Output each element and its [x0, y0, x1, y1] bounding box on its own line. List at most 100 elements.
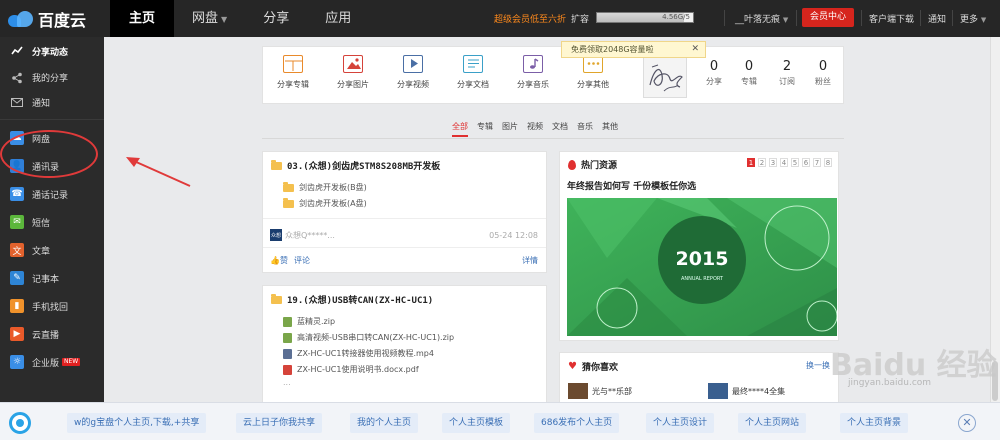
- page-5[interactable]: 5: [791, 158, 799, 167]
- author-row[interactable]: 众想 众想Q*****...: [270, 229, 335, 241]
- page-4[interactable]: 4: [780, 158, 788, 167]
- close-icon[interactable]: ✕: [691, 42, 699, 57]
- mona-lisa-thumbnail: [568, 383, 588, 399]
- expand-link[interactable]: 扩容: [571, 12, 589, 25]
- search-tag[interactable]: w的g宝盘个人主页,下载,+共享: [67, 413, 207, 433]
- file-name: ZX-HC-UC1转接器使用视频教程.mp4: [297, 349, 434, 358]
- sidebar-item-notebook[interactable]: ✎ 记事本: [0, 264, 104, 292]
- tab-video[interactable]: 视频: [527, 121, 543, 137]
- feed-card-title[interactable]: 03.(众想)剑齿虎STM8S208MB开发板: [271, 159, 440, 172]
- username: __叶落无痕: [735, 15, 781, 25]
- sidebar-item-share-feed[interactable]: 分享动态: [0, 37, 104, 65]
- free-storage-tooltip[interactable]: 免费领取2048G容量啦 ✕: [561, 41, 706, 58]
- tab-image[interactable]: 图片: [502, 121, 518, 137]
- stat-label: 专辑: [741, 77, 757, 86]
- sidebar-item-label: 通话记录: [32, 190, 69, 201]
- stat-shares[interactable]: 0 分享: [699, 59, 729, 87]
- file-name: 蓝精灵.zip: [297, 317, 336, 326]
- close-icon[interactable]: ✕: [958, 414, 976, 432]
- author-name: 众想Q*****...: [285, 230, 335, 240]
- notifications-link[interactable]: 通知: [928, 12, 946, 25]
- vip-center-button[interactable]: 会员中心: [802, 8, 854, 27]
- sidebar-item-label: 我的分享: [32, 74, 69, 84]
- tab-album[interactable]: 专辑: [477, 121, 493, 137]
- sidebar-item-label: 手机找回: [32, 302, 69, 313]
- hot-headline[interactable]: 年终报告如何写 千份模板任你选: [567, 179, 696, 192]
- nav-home[interactable]: 主页: [110, 0, 175, 37]
- stat-number: 2: [782, 59, 792, 74]
- search-tag[interactable]: 个人主页模板: [442, 413, 511, 433]
- share-album-button[interactable]: 分享专辑: [265, 55, 321, 90]
- search-tag[interactable]: 我的个人主页: [350, 413, 419, 433]
- sidebar-item-sms[interactable]: ✉ 短信: [0, 208, 104, 236]
- page-8[interactable]: 8: [824, 158, 832, 167]
- tab-all[interactable]: 全部: [452, 121, 468, 137]
- share-doc-button[interactable]: 分享文档: [445, 55, 501, 90]
- hot-title: 热门资源: [581, 161, 618, 171]
- stat-fans[interactable]: 0 粉丝: [808, 59, 838, 87]
- like-button[interactable]: 👍赞: [270, 255, 288, 266]
- page-3[interactable]: 3: [769, 158, 777, 167]
- share-music-button[interactable]: 分享音乐: [505, 55, 561, 90]
- page-7[interactable]: 7: [813, 158, 821, 167]
- list-item[interactable]: ZX-HC-UC1使用说明书.docx.pdf: [283, 364, 419, 375]
- sogou-logo-icon[interactable]: [9, 412, 31, 434]
- detail-link[interactable]: 详情: [522, 255, 538, 266]
- video-icon: [403, 55, 423, 73]
- logo-text: 百度云: [38, 10, 87, 30]
- share-other-button[interactable]: 分享其他: [565, 55, 621, 90]
- more-items[interactable]: ...: [283, 378, 291, 387]
- tab-other[interactable]: 其他: [602, 121, 618, 137]
- sidebar-item-live[interactable]: ▶ 云直播: [0, 320, 104, 348]
- avatar[interactable]: [643, 54, 687, 98]
- page-1[interactable]: 1: [747, 158, 755, 167]
- sidebar-item-call-log[interactable]: ☎ 通话记录: [0, 180, 104, 208]
- stat-albums[interactable]: 0 专辑: [734, 59, 764, 87]
- nav-share[interactable]: 分享: [245, 0, 307, 37]
- feed-actions: 👍赞 评论: [270, 255, 310, 266]
- list-item[interactable]: 高清视频-USB串口转CAN(ZX-HC-UC1).zip: [283, 332, 454, 343]
- nav-apps[interactable]: 应用: [307, 0, 369, 37]
- search-tag[interactable]: 个人主页背景: [840, 413, 909, 433]
- nav-netdisk[interactable]: 网盘 ▼: [174, 0, 245, 37]
- list-item[interactable]: 最终****4全集: [708, 383, 785, 399]
- client-download-link[interactable]: 客户端下载: [869, 12, 914, 25]
- sidebar-item-notifications[interactable]: 通知: [0, 90, 104, 115]
- feed-filter-tabs: 全部 专辑 图片 视频 文档 音乐 其他: [452, 121, 618, 137]
- annual-report-banner[interactable]: 2015 ANNUAL REPORT: [567, 198, 837, 336]
- stat-subscriptions[interactable]: 2 订阅: [772, 59, 802, 87]
- tab-music[interactable]: 音乐: [577, 121, 593, 137]
- list-item[interactable]: 剑齿虎开发板(B盘): [283, 181, 367, 193]
- share-btn-label: 分享图片: [337, 80, 369, 89]
- search-tag[interactable]: 个人主页网站: [738, 413, 807, 433]
- refresh-link[interactable]: 换一换: [806, 360, 830, 371]
- baidu-cloud-logo[interactable]: 百度云: [0, 0, 110, 37]
- vip-promo-link[interactable]: 超级会员低至六折: [494, 12, 566, 25]
- feed-card-title[interactable]: 19.(众想)USB转CAN(ZX-HC-UC1): [271, 293, 433, 306]
- share-btn-label: 分享音乐: [517, 80, 549, 89]
- search-tag[interactable]: 个人主页设计: [646, 413, 715, 433]
- file-name: 高清视频-USB串口转CAN(ZX-HC-UC1).zip: [297, 333, 455, 342]
- share-image-button[interactable]: 分享图片: [325, 55, 381, 90]
- tab-document[interactable]: 文档: [552, 121, 568, 137]
- sidebar-item-label: 短信: [32, 218, 51, 229]
- page-2[interactable]: 2: [758, 158, 766, 167]
- list-item[interactable]: 蓝精灵.zip: [283, 316, 335, 327]
- search-tag[interactable]: 云上日子你我共享: [236, 413, 323, 433]
- sidebar-item-enterprise[interactable]: ☼ 企业版 NEW: [0, 348, 104, 376]
- share-btn-label: 分享专辑: [277, 80, 309, 89]
- search-tag[interactable]: 686发布个人主页: [534, 413, 620, 433]
- guess-item-label: 最终****4全集: [732, 386, 786, 396]
- sidebar-item-my-share[interactable]: 我的分享: [0, 65, 104, 90]
- sidebar-item-article[interactable]: 文 文章: [0, 236, 104, 264]
- sidebar-item-phone-find[interactable]: ▮ 手机找回: [0, 292, 104, 320]
- more-menu[interactable]: 更多 ▼: [960, 12, 986, 25]
- user-menu[interactable]: __叶落无痕 ▼: [735, 12, 788, 25]
- page-6[interactable]: 6: [802, 158, 810, 167]
- list-item[interactable]: ZX-HC-UC1转接器使用视频教程.mp4: [283, 348, 434, 359]
- comment-button[interactable]: 评论: [294, 255, 310, 266]
- list-item[interactable]: 光与**乐部: [568, 383, 632, 399]
- filter-divider: [262, 138, 844, 139]
- share-video-button[interactable]: 分享视频: [385, 55, 441, 90]
- list-item[interactable]: 剑齿虎开发板(A盘): [283, 197, 367, 209]
